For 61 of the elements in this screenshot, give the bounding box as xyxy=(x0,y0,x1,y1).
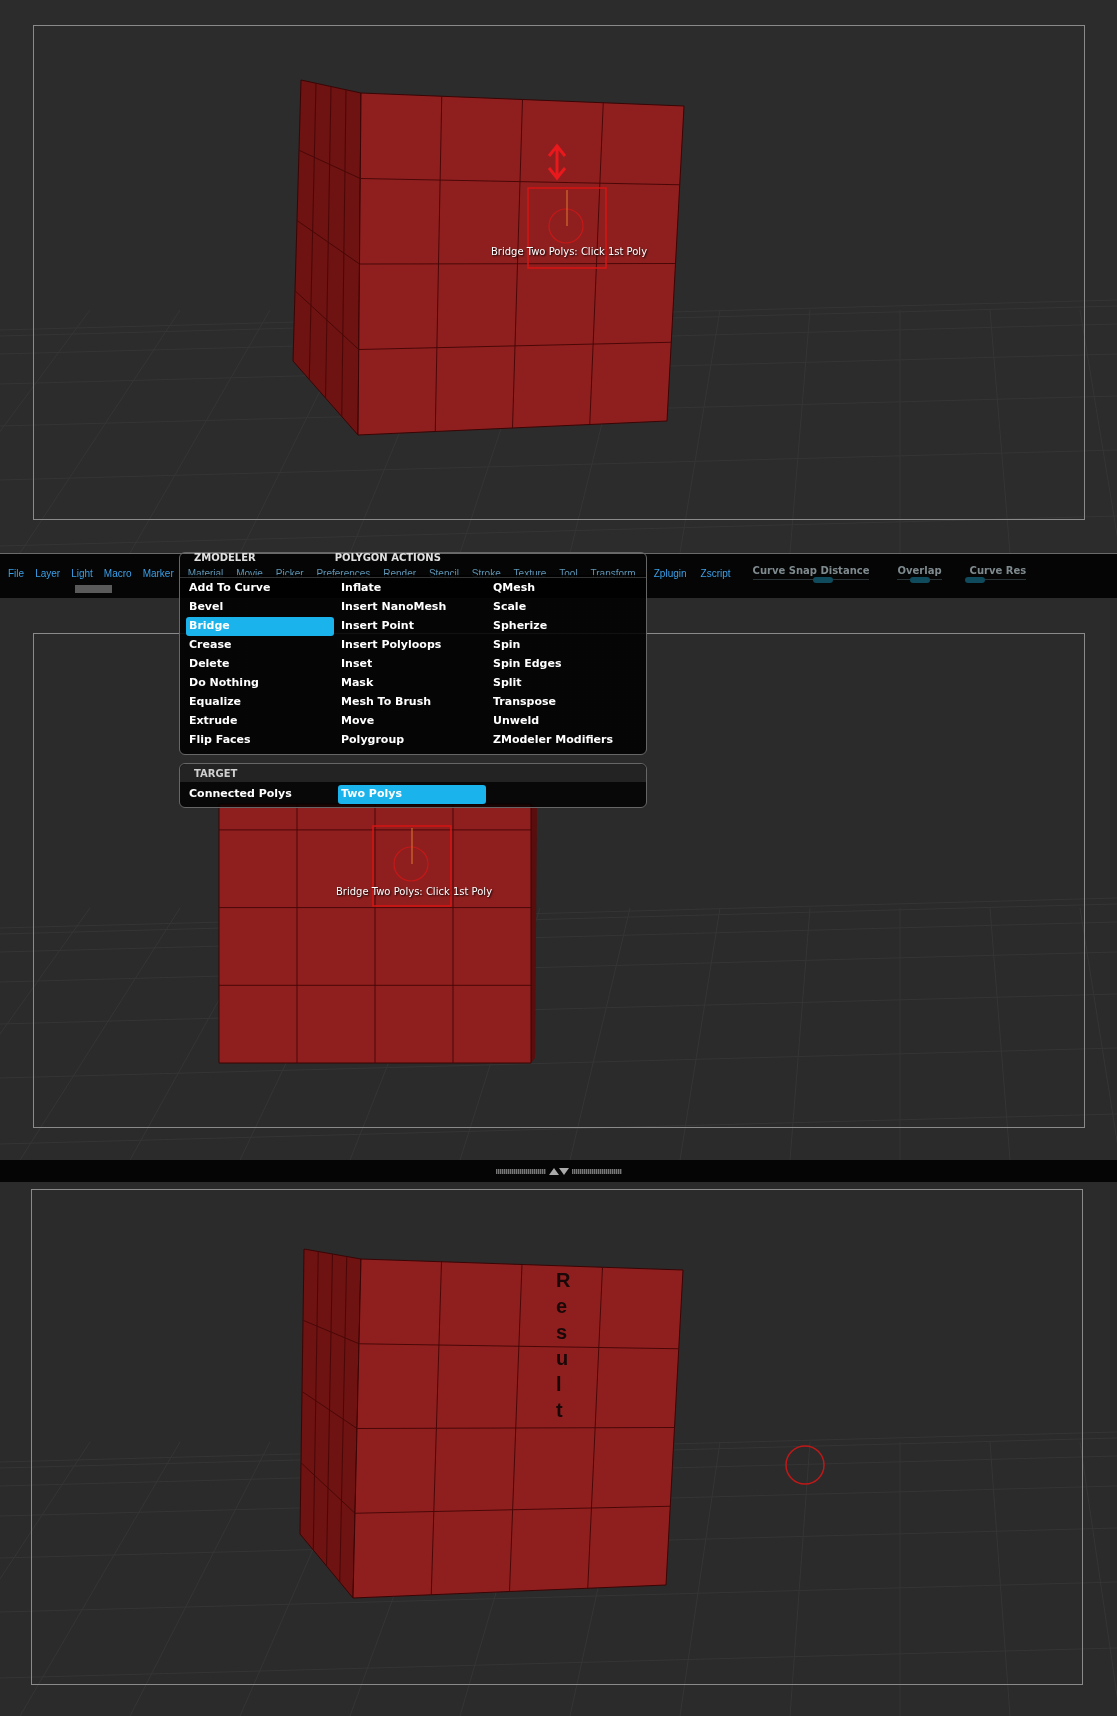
menu-item[interactable]: Equalize xyxy=(186,693,334,712)
menu-item[interactable]: Material xyxy=(187,566,224,581)
menu-item[interactable]: Flip Faces xyxy=(186,731,334,750)
menu-item[interactable]: Inflate xyxy=(338,579,486,598)
target-option[interactable]: Connected Polys xyxy=(186,785,334,804)
menu-item[interactable]: Move xyxy=(338,712,486,731)
hint-label: Bridge Two Polys: Click 1st Poly xyxy=(335,885,493,899)
menu-item[interactable]: Do Nothing xyxy=(186,674,334,693)
menu-item[interactable]: Transform xyxy=(590,566,636,581)
menu-title: ZMODELER xyxy=(194,553,256,563)
menu-item[interactable]: Inset xyxy=(338,655,486,674)
menu-item[interactable]: Picker xyxy=(275,566,304,581)
slider-track[interactable] xyxy=(752,579,870,584)
menu-item[interactable]: Scale xyxy=(490,598,636,617)
menu-item[interactable]: Zscript xyxy=(700,566,731,581)
section-title: POLYGON ACTIONS xyxy=(334,553,441,563)
menu-item[interactable]: QMesh xyxy=(490,579,636,598)
menu-item[interactable]: File xyxy=(8,566,25,581)
menu-item[interactable]: Transpose xyxy=(490,693,636,712)
menu-item[interactable]: Insert Point xyxy=(338,617,486,636)
menu-item[interactable]: Marker xyxy=(142,566,174,581)
menu-item[interactable]: Spherize xyxy=(490,617,636,636)
slider-thumb[interactable] xyxy=(965,577,986,583)
menu-item[interactable]: Bevel xyxy=(186,598,334,617)
menu-item[interactable]: Unweld xyxy=(490,712,636,731)
menu-item[interactable]: Layer xyxy=(35,566,61,581)
menu-item[interactable]: Mask xyxy=(338,674,486,693)
menu-item[interactable]: Render xyxy=(383,566,417,581)
menu-item[interactable]: Tool xyxy=(559,566,578,581)
slider-label: Curve Snap Distance xyxy=(752,564,870,578)
slider-label: Curve Res xyxy=(969,564,1027,578)
result-caption: Result xyxy=(556,1268,576,1423)
menu-item[interactable]: Stroke xyxy=(471,566,501,581)
scrollbar-handle[interactable] xyxy=(75,585,112,593)
menu-item[interactable]: Extrude xyxy=(186,712,334,731)
menu-item[interactable]: Macro xyxy=(103,566,132,581)
menu-item[interactable]: Stencil xyxy=(428,566,459,581)
menu-item[interactable]: Zplugin xyxy=(653,566,687,581)
slider-thumb[interactable] xyxy=(812,577,833,583)
menu-item[interactable]: Mesh To Brush xyxy=(338,693,486,712)
slider-track[interactable] xyxy=(897,579,942,584)
section-title: TARGET xyxy=(194,766,238,781)
menu-item[interactable]: Movie xyxy=(236,566,263,581)
menu-item[interactable]: Preferences xyxy=(316,566,371,581)
menu-item[interactable]: ZModeler Modifiers xyxy=(490,731,636,750)
collapse-arrows-icon[interactable] xyxy=(547,1166,570,1176)
menu-item[interactable]: Crease xyxy=(186,636,334,655)
menu-item[interactable]: Insert Polyloops xyxy=(338,636,486,655)
slider-thumb[interactable] xyxy=(909,577,930,583)
menu-item[interactable]: Texture xyxy=(513,566,547,581)
menu-item[interactable]: Light xyxy=(71,566,93,581)
menu-item[interactable]: Insert NanoMesh xyxy=(338,598,486,617)
menu-item[interactable]: Split xyxy=(490,674,636,693)
menu-item[interactable]: Spin Edges xyxy=(490,655,636,674)
menu-item[interactable]: Add To Curve xyxy=(186,579,334,598)
menu-item[interactable]: Spin xyxy=(490,636,636,655)
hint-label: Bridge Two Polys: Click 1st Poly xyxy=(490,245,648,259)
brush-cursor-icon xyxy=(785,1445,825,1485)
menu-item[interactable]: Delete xyxy=(186,655,334,674)
slider-label: Overlap xyxy=(897,564,942,578)
menu-item[interactable]: Polygroup xyxy=(338,731,486,750)
